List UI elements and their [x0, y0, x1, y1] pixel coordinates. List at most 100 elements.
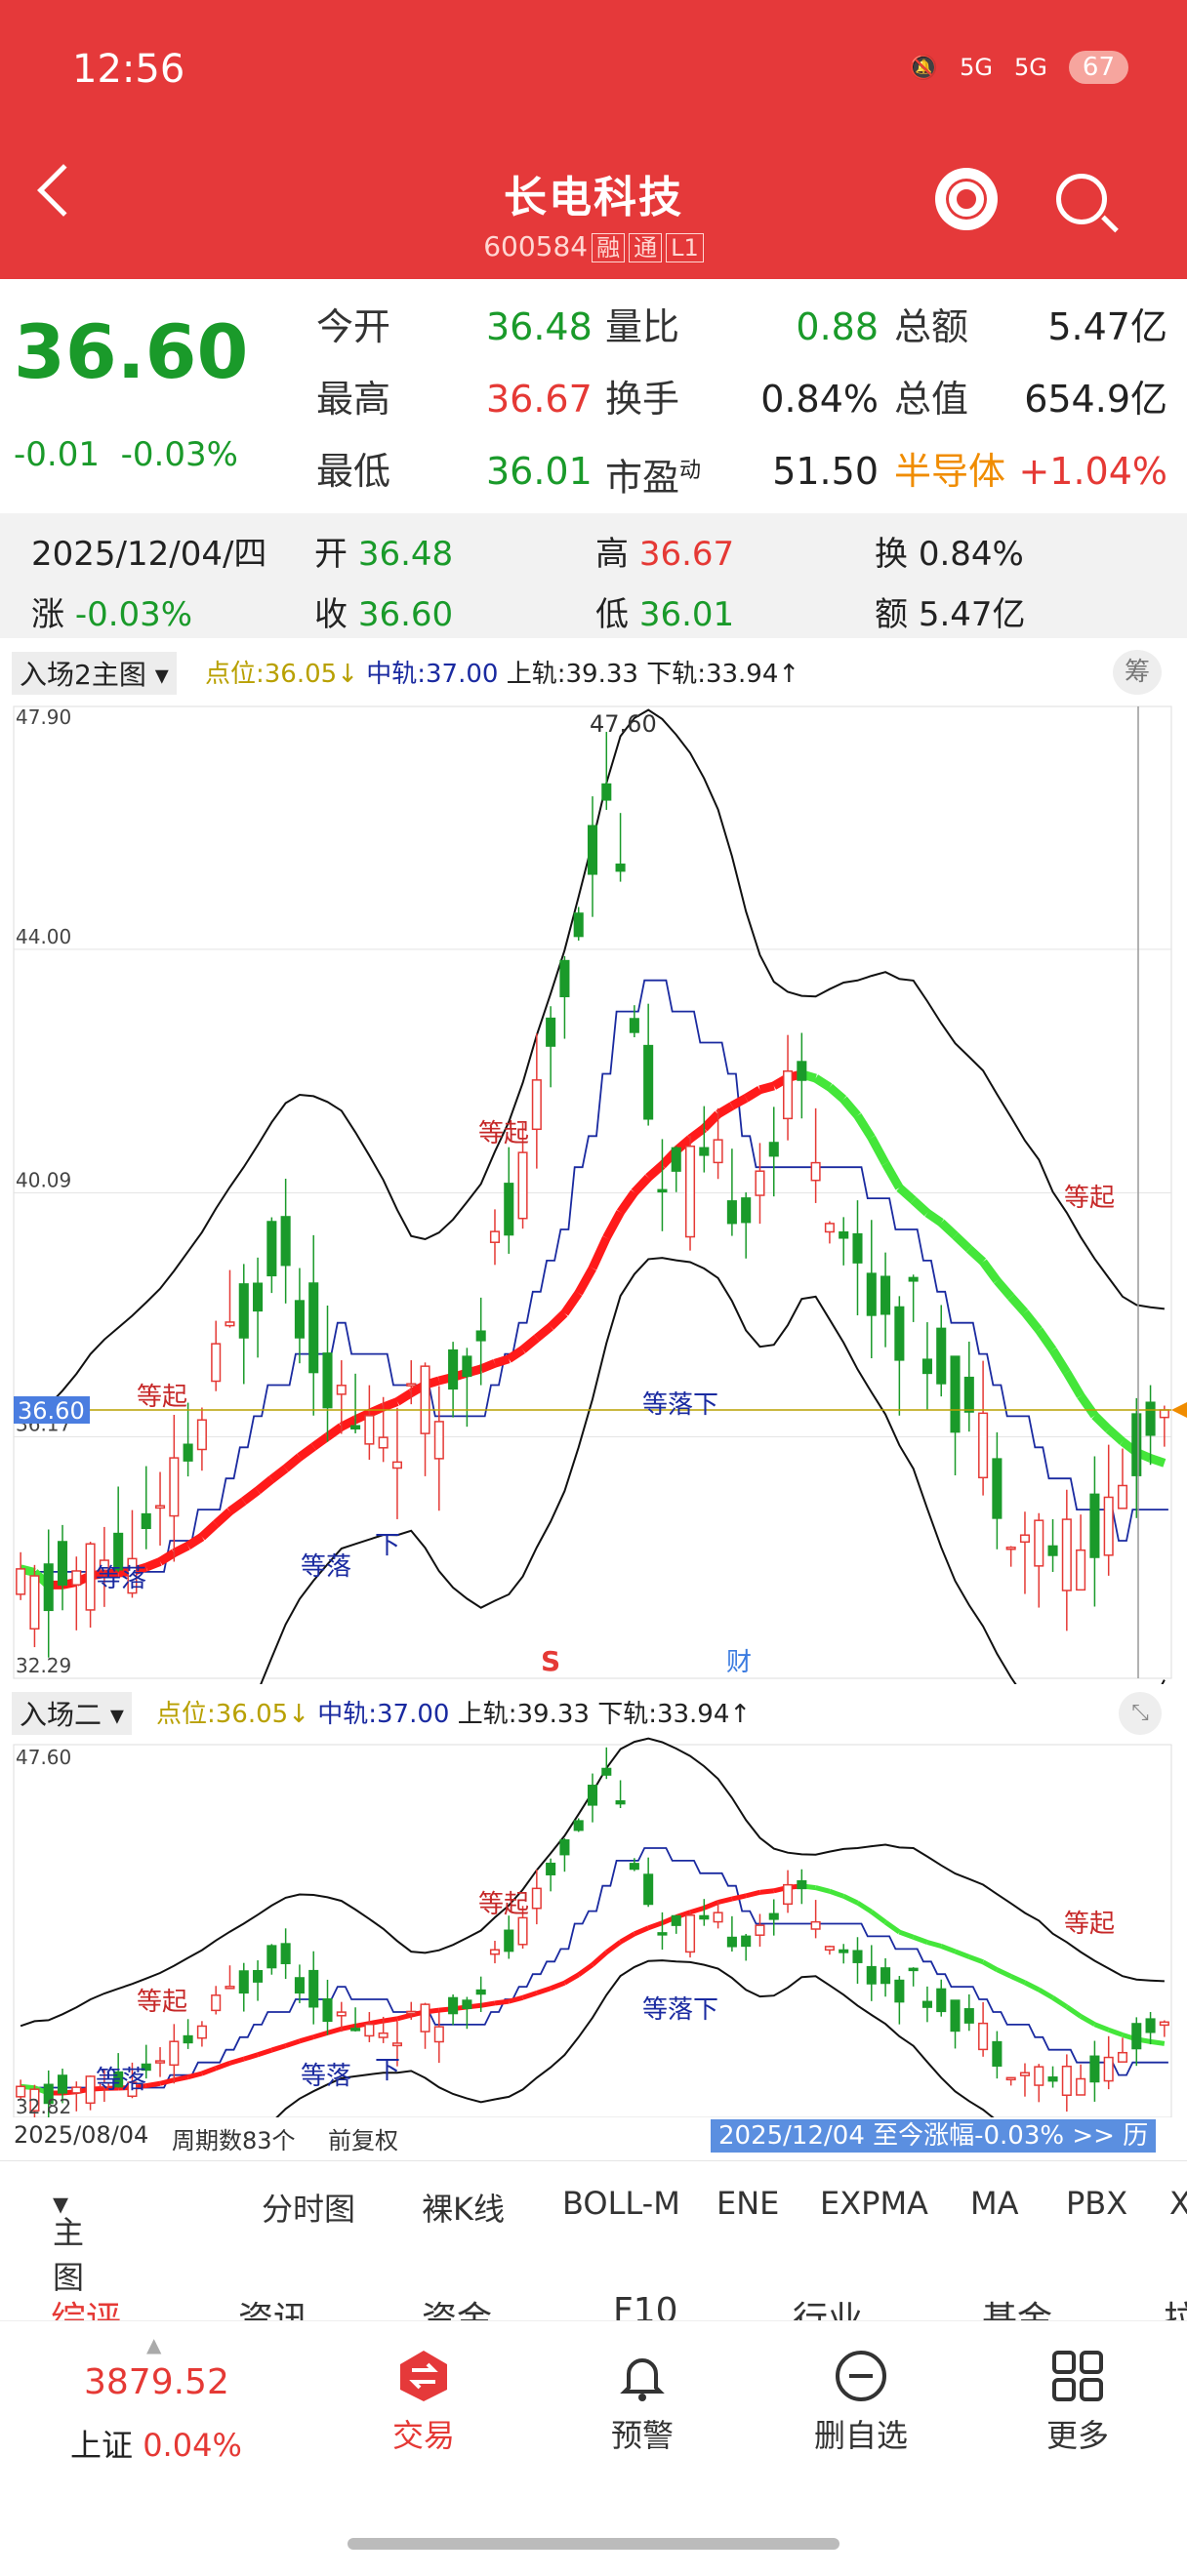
amount-label: 总额: [894, 305, 969, 348]
pe-value: 51.50: [772, 450, 879, 493]
trend-segment: [297, 1443, 316, 1461]
label-deng-luo-a: 等落: [96, 2066, 146, 2095]
subtab-more[interactable]: 拉: [1164, 2291, 1187, 2322]
subtab-funds[interactable]: 资金: [422, 2291, 492, 2322]
trend-segment: [326, 2026, 343, 2035]
candle-body: [489, 1949, 501, 1955]
trend-segment: [368, 2018, 385, 2027]
y-axis-top: 47.60: [16, 1746, 71, 1769]
candle-body: [866, 1272, 877, 1316]
day-close-label: 收: [314, 595, 348, 634]
change-value: -0.01: [14, 435, 100, 474]
candle-body: [211, 1994, 222, 2012]
trend-segment: [940, 1944, 957, 1954]
nav-alert[interactable]: 预警: [545, 2349, 740, 2456]
pe-label: 市盈: [605, 456, 680, 500]
range-change-button[interactable]: 2025/12/04 至今涨幅-0.03% >> 历: [711, 2119, 1157, 2153]
subtab-fund[interactable]: 基金: [982, 2291, 1052, 2322]
candle-body: [1117, 1484, 1128, 1509]
trend-segment: [979, 1259, 1002, 1284]
trend-segment: [965, 1245, 987, 1266]
tab-pbx[interactable]: PBX: [1066, 2185, 1127, 2222]
stock-code-value: 600584: [483, 230, 589, 262]
tab-ene[interactable]: ENE: [716, 2185, 779, 2222]
candle-body: [1103, 1496, 1114, 1556]
tab-naked-k[interactable]: 裸K线: [422, 2185, 505, 2230]
candle-body: [671, 1914, 681, 1926]
trend-segment: [856, 1900, 874, 1914]
trend-segment: [284, 2038, 301, 2049]
chart2-select[interactable]: 入场二 ▾: [12, 1692, 132, 1735]
candle-body: [671, 1147, 681, 1172]
trend-segment: [173, 2074, 189, 2083]
candle-body: [238, 1970, 249, 1994]
candle-body: [1103, 2056, 1114, 2082]
tab-expma[interactable]: EXPMA: [820, 2185, 928, 2222]
candle-body: [238, 1283, 249, 1339]
candle-body: [1061, 1518, 1072, 1591]
nav-remove-watch[interactable]: 删自选: [763, 2349, 959, 2456]
subtab-industry[interactable]: 行业: [793, 2291, 863, 2322]
expand-icon[interactable]: ⤡: [1119, 1692, 1162, 1735]
candle-body: [559, 1839, 570, 1856]
sector-label[interactable]: 半导体: [894, 450, 1005, 493]
day-open: 36.48: [357, 535, 454, 574]
trend-segment: [993, 1277, 1015, 1301]
chart1-indicators: 点位:36.05↓ 中轨:37.00 上轨:39.33 下轨:33.94↑: [205, 654, 799, 690]
candle-body: [587, 1785, 598, 1806]
high-value: 36.67: [486, 378, 593, 421]
trend-segment: [157, 1549, 177, 1566]
candle-body: [643, 1873, 654, 1906]
candle-body: [755, 1170, 765, 1196]
tab-more-x[interactable]: X: [1169, 2185, 1187, 2222]
subtab-news[interactable]: 资讯: [238, 2291, 308, 2322]
index-info[interactable]: 上证 0.04%: [70, 2421, 242, 2466]
trend-segment: [619, 1931, 636, 1945]
tab-timeshare[interactable]: 分时图: [262, 2185, 355, 2230]
trend-segment: [145, 2080, 161, 2089]
label-deng-luo-xia-b: 等落下: [642, 1995, 718, 2025]
chart1-select[interactable]: 入场2主图 ▾: [12, 652, 177, 695]
candle-body: [963, 1376, 974, 1413]
main-kline-chart[interactable]: 47.9044.0040.0936.1732.2936.6047.60等起等起等…: [0, 699, 1187, 1684]
trend-segment: [703, 1900, 719, 1911]
tab-ma[interactable]: MA: [970, 2185, 1019, 2222]
price-change: -0.01 -0.03%: [14, 435, 238, 474]
candle-body: [824, 1946, 835, 1952]
candle-body: [866, 1965, 877, 1985]
assistant-icon[interactable]: [935, 168, 998, 230]
candle-body: [489, 1230, 501, 1243]
chips-button[interactable]: 筹: [1113, 650, 1162, 695]
candle-body: [908, 1276, 919, 1282]
candle-body: [1159, 2021, 1169, 2027]
index-value[interactable]: 3879.52: [84, 2362, 229, 2402]
trend-segment: [533, 1323, 553, 1342]
trend-segment: [324, 1423, 345, 1441]
trend-segment: [954, 1949, 970, 1959]
trend-segment: [550, 1980, 566, 1992]
subtab-f10[interactable]: F10: [613, 2291, 678, 2322]
secondary-kline-chart[interactable]: 47.6032.82等起等起等起等落 等落 下等落下: [0, 1737, 1187, 2117]
trend-segment: [226, 1497, 247, 1515]
subtab-overview[interactable]: 综评: [51, 2291, 121, 2322]
trend-segment: [813, 1074, 833, 1091]
price-arrow-icon: [1171, 1401, 1187, 1418]
candle-body: [894, 1979, 905, 2003]
candle-body: [196, 1419, 207, 1451]
candle-body: [266, 1221, 277, 1277]
trend-segment: [382, 1397, 399, 1412]
tab-boll-m[interactable]: BOLL-M: [562, 2185, 680, 2222]
trend-segment: [910, 1196, 930, 1217]
day-chg: -0.03%: [74, 595, 193, 634]
candle-body: [280, 1943, 291, 1964]
search-icon[interactable]: [1056, 174, 1107, 224]
candle-body: [824, 1223, 835, 1233]
trend-segment: [938, 1219, 959, 1239]
tab-main-chart[interactable]: 主图 ▾: [53, 2185, 84, 2296]
nav-more[interactable]: 更多: [980, 2349, 1175, 2456]
candle-body: [433, 2026, 444, 2043]
candle-body: [266, 1945, 277, 1969]
candle-body: [308, 1969, 319, 2008]
nav-trade[interactable]: 交易: [326, 2349, 521, 2456]
grid-icon: [1052, 2351, 1103, 2401]
